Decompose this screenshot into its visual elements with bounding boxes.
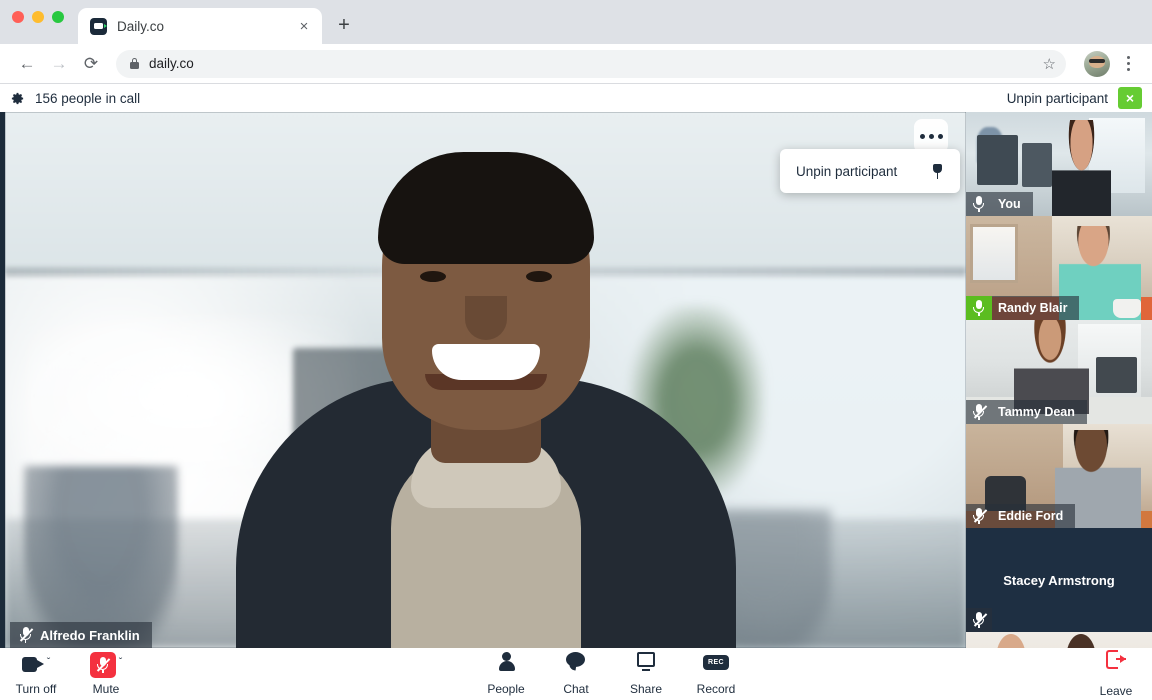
window-traffic-lights bbox=[12, 0, 64, 44]
toolbar-right-group: Leave bbox=[1094, 650, 1138, 698]
people-button-label: People bbox=[487, 682, 525, 696]
mic-muted-icon bbox=[19, 627, 34, 643]
mic-toggle-label: Mute bbox=[92, 682, 120, 696]
toolbar-center-group: People Chat Share REC Record bbox=[128, 652, 1094, 696]
call-controls-toolbar: ˇ Turn off ˇ Mute People Chat Share REC … bbox=[0, 648, 1152, 700]
participant-name-tag: Alfredo Franklin bbox=[10, 622, 152, 648]
pinned-video-tile[interactable]: Unpin participant Alfredo Franklin bbox=[0, 112, 966, 648]
mic-muted-icon bbox=[89, 652, 116, 678]
rec-icon: REC bbox=[703, 655, 729, 670]
kebab-menu-icon[interactable] bbox=[1116, 51, 1140, 77]
call-stage: Unpin participant Alfredo Franklin You R… bbox=[0, 112, 1152, 648]
participant-name: Eddie Ford bbox=[992, 504, 1076, 528]
app-bar-right: Unpin participant × bbox=[1007, 87, 1142, 109]
people-count-label: 156 people in call bbox=[35, 90, 141, 106]
browser-toolbar: ← → ⟳ daily.co ☆ bbox=[0, 44, 1152, 84]
mic-unmuted-icon bbox=[966, 296, 992, 320]
minimize-window-button[interactable] bbox=[32, 11, 44, 23]
share-button[interactable]: Share bbox=[624, 652, 668, 696]
mic-muted-icon bbox=[966, 400, 992, 424]
lock-icon bbox=[130, 58, 139, 69]
leave-button-label: Leave bbox=[1099, 684, 1133, 698]
profile-avatar[interactable] bbox=[1084, 50, 1110, 77]
participant-thumbnail-next[interactable] bbox=[966, 632, 1152, 648]
mic-toggle-button[interactable]: ˇ Mute bbox=[84, 652, 128, 696]
thumbnail-video bbox=[966, 632, 1152, 648]
mic-unmuted-icon bbox=[966, 192, 992, 216]
chat-bubble-icon bbox=[566, 652, 586, 671]
participant-thumbnail-randy-blair[interactable]: Randy Blair bbox=[966, 216, 1152, 320]
record-button-label: Record bbox=[696, 682, 736, 696]
bookmark-star-icon[interactable]: ☆ bbox=[1043, 55, 1056, 73]
thumbnail-name-tag bbox=[966, 608, 992, 632]
url-text: daily.co bbox=[149, 56, 194, 71]
back-icon[interactable]: ← bbox=[12, 49, 42, 79]
mic-muted-icon bbox=[966, 504, 992, 528]
browser-tab[interactable]: Daily.co × bbox=[78, 8, 322, 44]
pin-icon bbox=[931, 163, 944, 179]
forward-icon[interactable]: → bbox=[44, 49, 74, 79]
unpin-participant-label[interactable]: Unpin participant bbox=[1007, 91, 1108, 106]
person-icon bbox=[497, 652, 515, 672]
address-bar[interactable]: daily.co ☆ bbox=[116, 49, 1066, 78]
maximize-window-button[interactable] bbox=[52, 11, 64, 23]
browser-titlebar: Daily.co × + bbox=[0, 0, 1152, 44]
participant-thumbnail-stacey-armstrong[interactable]: Stacey Armstrong bbox=[966, 528, 1152, 632]
camera-toggle-label: Turn off bbox=[15, 682, 57, 696]
close-icon[interactable]: × bbox=[294, 16, 314, 36]
thumbnail-name-tag: Randy Blair bbox=[966, 296, 1080, 320]
call-app-bar: 156 people in call Unpin participant × bbox=[0, 84, 1152, 112]
screen-share-icon bbox=[636, 652, 656, 671]
speaker-portrait bbox=[226, 138, 746, 648]
participants-sidebar[interactable]: You Randy Blair Tammy Dean Eddie Ford St… bbox=[966, 112, 1152, 648]
video-camera-icon bbox=[21, 657, 44, 672]
thumbnail-name-tag: You bbox=[966, 192, 1033, 216]
gear-icon[interactable] bbox=[10, 91, 25, 106]
chevron-down-icon[interactable]: ˇ bbox=[47, 652, 50, 674]
app-bar-left: 156 people in call bbox=[10, 91, 140, 106]
participant-thumbnail-tammy-dean[interactable]: Tammy Dean bbox=[966, 320, 1152, 424]
share-button-label: Share bbox=[629, 682, 663, 696]
thumbnail-name-tag: Eddie Ford bbox=[966, 504, 1076, 528]
context-menu: Unpin participant bbox=[780, 149, 960, 193]
record-button[interactable]: REC Record bbox=[694, 652, 738, 696]
tab-title: Daily.co bbox=[117, 18, 165, 34]
toolbar-left-group: ˇ Turn off ˇ Mute bbox=[14, 652, 128, 696]
browser-window: Daily.co × + ← → ⟳ daily.co ☆ 156 people… bbox=[0, 0, 1152, 700]
chat-button-label: Chat bbox=[563, 682, 589, 696]
participant-name: Stacey Armstrong bbox=[1003, 572, 1115, 588]
more-options-icon[interactable] bbox=[914, 119, 948, 153]
participant-thumbnail-you[interactable]: You bbox=[966, 112, 1152, 216]
mic-muted-icon bbox=[966, 608, 992, 632]
context-menu-item-unpin[interactable]: Unpin participant bbox=[796, 164, 897, 179]
chevron-down-icon[interactable]: ˇ bbox=[119, 652, 122, 674]
participant-name: You bbox=[992, 192, 1033, 216]
participant-name: Randy Blair bbox=[992, 296, 1080, 320]
new-tab-button[interactable]: + bbox=[330, 11, 358, 39]
people-button[interactable]: People bbox=[484, 652, 528, 696]
video-camera-icon bbox=[90, 17, 107, 35]
camera-toggle-button[interactable]: ˇ Turn off bbox=[14, 652, 58, 696]
participant-name: Tammy Dean bbox=[992, 400, 1087, 424]
close-window-button[interactable] bbox=[12, 11, 24, 23]
participant-thumbnail-eddie-ford[interactable]: Eddie Ford bbox=[966, 424, 1152, 528]
leave-button[interactable]: Leave bbox=[1094, 650, 1138, 698]
chat-button[interactable]: Chat bbox=[554, 652, 598, 696]
thumbnail-name-tag: Tammy Dean bbox=[966, 400, 1087, 424]
close-icon[interactable]: × bbox=[1118, 87, 1142, 109]
participant-name: Alfredo Franklin bbox=[40, 627, 140, 643]
reload-icon[interactable]: ⟳ bbox=[76, 49, 106, 79]
exit-icon bbox=[1106, 650, 1126, 669]
